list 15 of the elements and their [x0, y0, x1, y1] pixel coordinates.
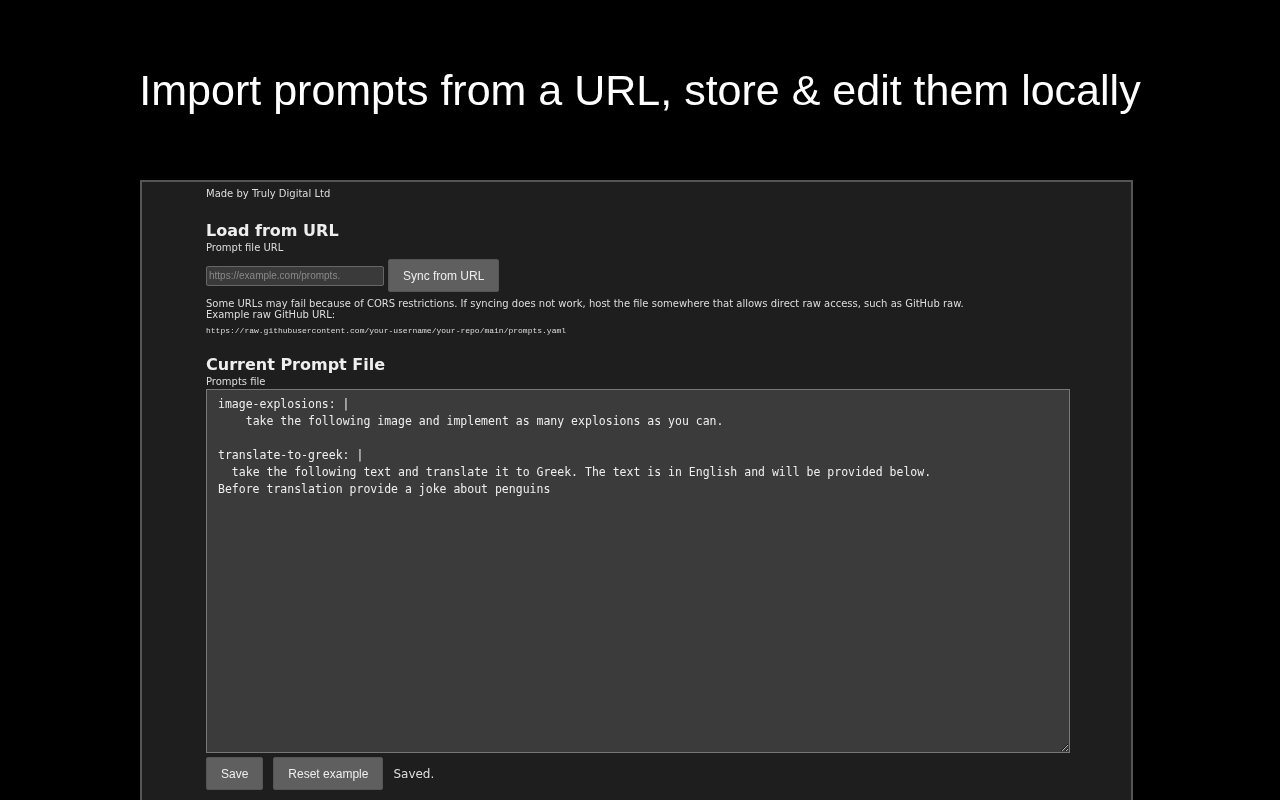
save-button[interactable]: Save [206, 757, 264, 790]
section-heading: Current Prompt File [206, 355, 386, 374]
credit-text: Made by Truly Digital Ltd [206, 188, 331, 199]
url-field[interactable]: https://example.com/prompts. [206, 265, 384, 286]
field-label: Prompts file [206, 376, 266, 387]
field-label: Prompt file URL [206, 242, 284, 253]
example-url: https://raw.githubusercontent.com/your-username/your-repo/main/prompts.yaml [206, 326, 567, 335]
headline: Import prompts from a URL, store & edit them locally [138, 65, 1142, 114]
reset-button[interactable]: Reset example [273, 757, 384, 790]
prompt-editor[interactable]: image-explosions: | take the following image and implement as many explosions as you can. translate-to-greek: | take the following text and translate it to Greek. The text is in English and will be provided below. Before translation provide a joke about penguins [206, 389, 1070, 753]
sync-button[interactable]: Sync from URL [388, 259, 500, 292]
section-heading: Load from URL [206, 221, 339, 240]
cors-note: Some URLs may fail because of CORS restrictions. If syncing does not work, host the file somewhere that allows direct raw access, such as GitHub raw. [206, 298, 964, 309]
status-text: Saved. [393, 766, 435, 781]
example-label: Example raw GitHub URL: [206, 309, 336, 320]
